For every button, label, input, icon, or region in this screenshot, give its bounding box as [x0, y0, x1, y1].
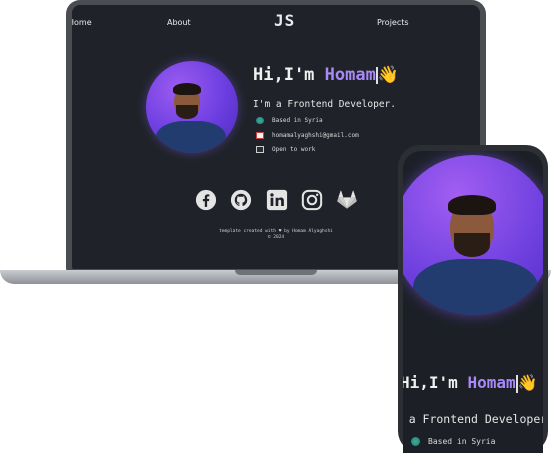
hero-subtitle: I'm a Frontend Developer.: [253, 99, 396, 110]
greeting-text: Hi,I'm: [253, 65, 325, 85]
hero-greeting-mobile: Hi,I'm Homam 👋: [403, 373, 538, 393]
globe-icon: [411, 437, 420, 446]
info-status: Open to work: [256, 146, 315, 153]
nav-link-home[interactable]: Home: [72, 18, 92, 27]
info-location-mobile: Based in Syria: [411, 437, 495, 446]
info-email[interactable]: homamalyaghshi@gmail.com: [256, 132, 359, 139]
github-icon[interactable]: [230, 189, 252, 211]
mail-icon: [256, 132, 264, 139]
greeting-text-mobile: Hi,I'm: [403, 373, 468, 392]
info-location-text: Based in Syria: [272, 117, 323, 124]
info-location-text-mobile: Based in Syria: [428, 437, 496, 446]
navbar: Home About JS Projects: [72, 5, 480, 39]
globe-icon: [256, 117, 264, 124]
wave-icon: 👋: [377, 65, 400, 85]
wave-icon: 👋: [517, 373, 538, 392]
instagram-icon[interactable]: [301, 189, 323, 211]
hero-name-mobile: Homam: [467, 373, 516, 392]
laptop-icon: [256, 146, 264, 153]
info-location: Based in Syria: [256, 117, 323, 124]
site-logo[interactable]: JS: [274, 11, 295, 30]
info-status-text: Open to work: [272, 146, 316, 153]
phone-screen: Hi,I'm Homam👋 I'm a Frontend Developer. …: [403, 151, 543, 453]
nav-link-projects[interactable]: Projects: [377, 18, 409, 27]
facebook-icon[interactable]: [195, 189, 217, 211]
linkedin-icon[interactable]: [266, 189, 288, 211]
hero-subtitle-mobile: I'm a Frontend Developer.: [403, 412, 543, 426]
info-email-text[interactable]: homamalyaghshi@gmail.com: [272, 132, 359, 139]
hero-name: Homam: [324, 65, 376, 85]
nav-link-about[interactable]: About: [167, 18, 191, 27]
laptop-notch: [235, 270, 317, 275]
profile-avatar: [146, 61, 238, 153]
gitlab-icon[interactable]: [336, 189, 358, 211]
hero-greeting: Hi,I'm Homam 👋: [253, 65, 399, 85]
profile-avatar-mobile: [403, 155, 543, 315]
